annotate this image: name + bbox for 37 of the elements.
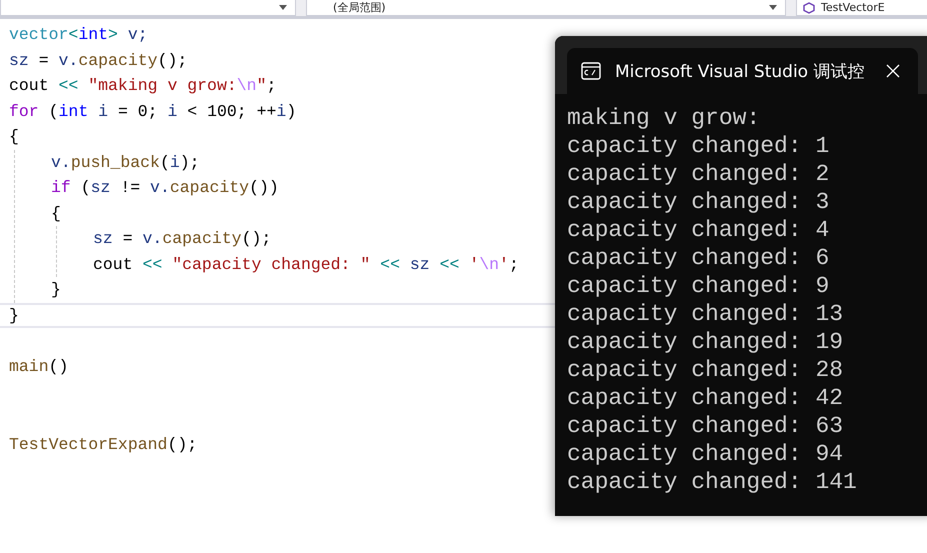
code-line: sz = v.capacity();	[93, 228, 272, 250]
caret-icon	[279, 5, 287, 10]
code-line: vector<int> v;	[9, 24, 148, 46]
terminal-icon	[581, 62, 601, 80]
console-output-line: capacity changed: 13	[567, 300, 844, 328]
console-output-line: making v grow:	[567, 104, 762, 132]
current-code-line: }	[9, 304, 19, 326]
code-line: main()	[9, 356, 68, 378]
console-output-line: capacity changed: 42	[567, 384, 844, 412]
code-line: cout << "making v grow:\n";	[9, 75, 276, 97]
console-output-line: capacity changed: 19	[567, 328, 844, 356]
scope-dropdown[interactable]: TestVectorE	[796, 0, 927, 16]
console-output-line: capacity changed: 1	[567, 132, 830, 160]
code-line: {	[51, 202, 61, 224]
code-line: if (sz != v.capacity())	[51, 177, 279, 199]
console-output-line: capacity changed: 6	[567, 244, 830, 272]
code-line: TestVectorExpand();	[9, 434, 198, 456]
console-output-line: capacity changed: 141	[567, 468, 858, 496]
console-output-line: capacity changed: 3	[567, 188, 830, 216]
code-line: cout << "capacity changed: " << sz << '\n';	[93, 254, 519, 276]
code-line: for (int i = 0; i < 100; ++i)	[9, 100, 296, 122]
console-output-line: capacity changed: 63	[567, 412, 844, 440]
console-tab[interactable]: Microsoft Visual Studio 调试控	[567, 48, 918, 94]
console-title: Microsoft Visual Studio 调试控	[615, 60, 864, 82]
scope-dropdown[interactable]: (全局范围)	[306, 0, 786, 16]
cube-icon	[803, 2, 815, 14]
close-icon[interactable]	[886, 64, 900, 78]
code-line: sz = v.capacity();	[9, 50, 188, 72]
console-output-line: capacity changed: 4	[567, 216, 830, 244]
console-output-line: capacity changed: 2	[567, 160, 830, 188]
console-output-line: capacity changed: 9	[567, 272, 830, 300]
code-line: v.push_back(i);	[51, 152, 200, 174]
code-line: {	[9, 126, 19, 148]
console-output-line: capacity changed: 28	[567, 356, 844, 384]
code-line: }	[51, 279, 61, 301]
console-output-line: capacity changed: 94	[567, 440, 844, 468]
caret-icon	[769, 5, 777, 10]
